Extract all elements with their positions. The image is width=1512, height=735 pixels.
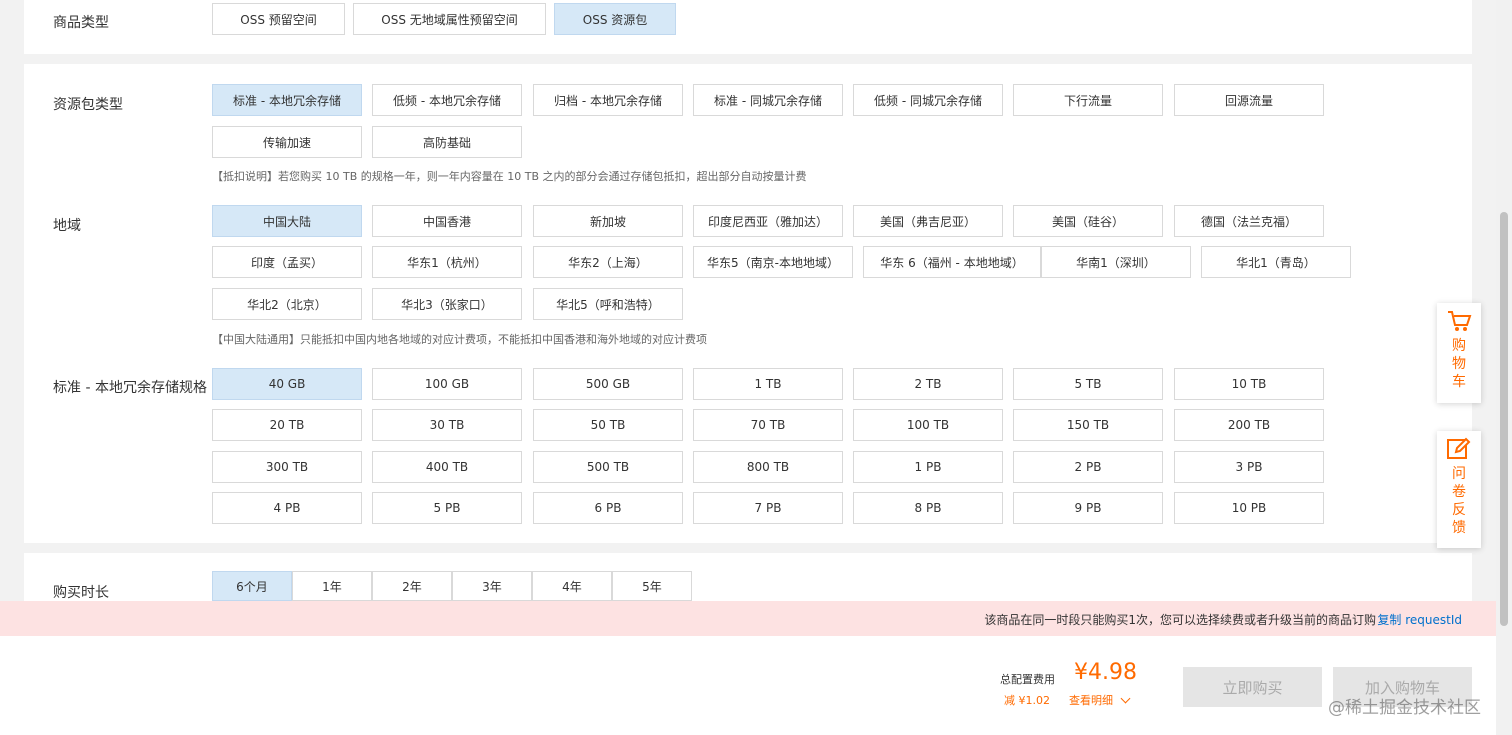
spec-option[interactable]: 2 TB — [853, 368, 1003, 400]
scrollbar-thumb[interactable] — [1500, 212, 1508, 626]
total-price: ¥4.98 — [1074, 660, 1137, 685]
watermark: @稀土掘金技术社区 — [1328, 698, 1481, 718]
region-option[interactable]: 中国香港 — [372, 205, 522, 237]
spec-option[interactable]: 4 PB — [212, 492, 362, 524]
duration-option-5y[interactable]: 5年 — [612, 571, 692, 601]
region-option[interactable]: 华北5（呼和浩特） — [533, 288, 683, 320]
region-note: 【中国大陆通用】只能抵扣中国内地各地域的对应计费项，不能抵扣中国香港和海外地域的… — [212, 333, 707, 346]
region-option[interactable]: 华东1（杭州） — [372, 246, 522, 278]
copy-request-id-link[interactable]: 复制 requestId — [1377, 611, 1462, 628]
package-option-standard-zrs[interactable]: 标准 - 同城冗余存储 — [693, 84, 843, 116]
config-panel: 资源包类型 标准 - 本地冗余存储 低频 - 本地冗余存储 归档 - 本地冗余存… — [24, 64, 1472, 543]
region-option[interactable]: 华南1（深圳） — [1041, 246, 1191, 278]
package-option-acceleration[interactable]: 传输加速 — [212, 126, 362, 158]
spec-option[interactable]: 150 TB — [1013, 409, 1163, 441]
duration-option-4y[interactable]: 4年 — [532, 571, 612, 601]
spec-option[interactable]: 500 TB — [533, 451, 683, 483]
edit-icon — [1447, 437, 1471, 459]
spec-option[interactable]: 100 GB — [372, 368, 522, 400]
cart-float-label: 购物车 — [1452, 338, 1466, 390]
product-type-option-no-region[interactable]: OSS 无地域属性预留空间 — [353, 3, 546, 35]
package-note: 【抵扣说明】若您购买 10 TB 的规格一年，则一年内容量在 10 TB 之内的… — [212, 170, 807, 183]
view-details-link[interactable]: 查看明细 — [1069, 692, 1130, 708]
region-option[interactable]: 德国（法兰克福） — [1174, 205, 1324, 237]
region-option[interactable]: 中国大陆 — [212, 205, 362, 237]
spec-option[interactable]: 50 TB — [533, 409, 683, 441]
page-scrollbar[interactable] — [1496, 0, 1512, 735]
discount-amount: 减 ¥1.02 — [1004, 694, 1050, 707]
region-option[interactable]: 新加坡 — [533, 205, 683, 237]
region-option[interactable]: 华东5（南京-本地地域） — [693, 246, 853, 278]
spec-option[interactable]: 5 TB — [1013, 368, 1163, 400]
package-option-downstream[interactable]: 下行流量 — [1013, 84, 1163, 116]
duration-option-1y[interactable]: 1年 — [292, 571, 372, 601]
spec-option[interactable]: 6 PB — [533, 492, 683, 524]
buy-now-button[interactable]: 立即购买 — [1183, 667, 1322, 707]
package-type-label: 资源包类型 — [53, 97, 123, 113]
region-option[interactable]: 华北3（张家口） — [372, 288, 522, 320]
spec-option[interactable]: 7 PB — [693, 492, 843, 524]
product-type-option-reserved[interactable]: OSS 预留空间 — [212, 3, 345, 35]
package-option-ia-lrs[interactable]: 低频 - 本地冗余存储 — [372, 84, 522, 116]
package-option-standard-lrs[interactable]: 标准 - 本地冗余存储 — [212, 84, 362, 116]
spec-option[interactable]: 40 GB — [212, 368, 362, 400]
spec-option[interactable]: 3 PB — [1174, 451, 1324, 483]
feedback-float-button[interactable]: 问卷反馈 — [1437, 431, 1481, 548]
duration-option-3y[interactable]: 3年 — [452, 571, 532, 601]
package-option-origin-fetch[interactable]: 回源流量 — [1174, 84, 1324, 116]
spec-option[interactable]: 400 TB — [372, 451, 522, 483]
spec-option[interactable]: 200 TB — [1174, 409, 1324, 441]
region-option[interactable]: 华东 6（福州 - 本地地域） — [863, 246, 1041, 278]
product-type-panel: 商品类型 OSS 预留空间 OSS 无地域属性预留空间 OSS 资源包 — [24, 0, 1472, 54]
package-option-ia-zrs[interactable]: 低频 - 同城冗余存储 — [853, 84, 1003, 116]
duration-option-2y[interactable]: 2年 — [372, 571, 452, 601]
purchase-limit-alert: 该商品在同一时段只能购买1次，您可以选择续费或者升级当前的商品订购 复制 req… — [0, 601, 1496, 636]
spec-option[interactable]: 300 TB — [212, 451, 362, 483]
spec-option[interactable]: 1 TB — [693, 368, 843, 400]
region-option[interactable]: 美国（弗吉尼亚） — [853, 205, 1003, 237]
package-option-anti-ddos[interactable]: 高防基础 — [372, 126, 522, 158]
product-type-option-package[interactable]: OSS 资源包 — [554, 3, 676, 35]
region-label: 地域 — [53, 218, 81, 234]
duration-label: 购买时长 — [53, 585, 109, 601]
spec-option[interactable]: 800 TB — [693, 451, 843, 483]
spec-label: 标准 - 本地冗余存储规格 — [53, 380, 207, 396]
cart-icon — [1448, 311, 1472, 331]
spec-option[interactable]: 2 PB — [1013, 451, 1163, 483]
region-option[interactable]: 美国（硅谷） — [1013, 205, 1163, 237]
spec-option[interactable]: 5 PB — [372, 492, 522, 524]
product-type-label: 商品类型 — [53, 15, 109, 31]
region-option[interactable]: 印度尼西亚（雅加达） — [693, 205, 843, 237]
order-footer: 总配置费用 ¥4.98 减 ¥1.02 查看明细 立即购买 加入购物车 @稀土掘… — [0, 636, 1496, 735]
spec-option[interactable]: 500 GB — [533, 368, 683, 400]
region-option[interactable]: 华东2（上海） — [533, 246, 683, 278]
spec-option[interactable]: 8 PB — [853, 492, 1003, 524]
feedback-float-label: 问卷反馈 — [1452, 466, 1466, 536]
spec-option[interactable]: 10 TB — [1174, 368, 1324, 400]
spec-option[interactable]: 30 TB — [372, 409, 522, 441]
spec-option[interactable]: 20 TB — [212, 409, 362, 441]
spec-option[interactable]: 70 TB — [693, 409, 843, 441]
package-option-archive-lrs[interactable]: 归档 - 本地冗余存储 — [533, 84, 683, 116]
chevron-down-icon — [1120, 693, 1130, 704]
spec-option[interactable]: 1 PB — [853, 451, 1003, 483]
cart-float-button[interactable]: 购物车 — [1437, 303, 1481, 403]
view-details-label: 查看明细 — [1069, 694, 1113, 707]
duration-panel: 购买时长 6个月 1年 2年 3年 4年 5年 — [24, 553, 1472, 601]
spec-option[interactable]: 10 PB — [1174, 492, 1324, 524]
spec-option[interactable]: 100 TB — [853, 409, 1003, 441]
spec-option[interactable]: 9 PB — [1013, 492, 1163, 524]
region-option[interactable]: 华北2（北京） — [212, 288, 362, 320]
region-option[interactable]: 华北1（青岛） — [1201, 246, 1351, 278]
alert-message: 该商品在同一时段只能购买1次，您可以选择续费或者升级当前的商品订购 — [984, 613, 1376, 627]
region-option[interactable]: 印度（孟买） — [212, 246, 362, 278]
duration-option-6m[interactable]: 6个月 — [212, 571, 292, 601]
total-cost-label: 总配置费用 — [1000, 673, 1055, 686]
